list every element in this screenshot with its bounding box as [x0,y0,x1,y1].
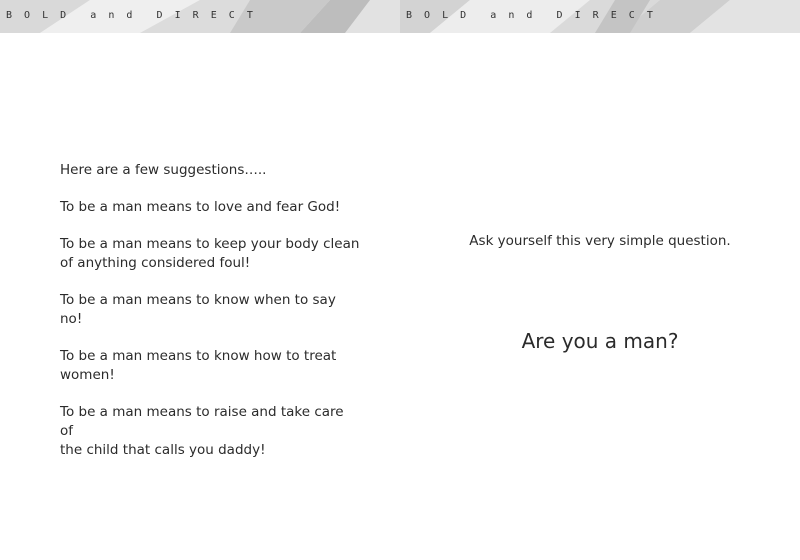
suggestion-line: To be a man means to keep your body clea… [60,236,360,252]
suggestion-line: of anything considered foul! [60,255,251,271]
book-spread: B O L D a n d D I R E C T Here are a few… [0,0,800,560]
suggestion-line: women! [60,367,115,383]
suggestion-paragraph: To be a man means to know when to say no… [60,291,360,329]
suggestion-paragraph: To be a man means to love and fear God! [60,198,360,217]
central-question: Are you a man? [521,329,679,353]
suggestion-line: To be a man means to know how to treat [60,348,337,364]
suggestion-line: the child that calls you daddy! [60,442,266,458]
suggestion-paragraph: To be a man means to know how to treat w… [60,347,360,385]
header-band: B O L D a n d D I R E C T [0,0,400,33]
suggestion-line: To be a man means to raise and take care… [60,404,344,439]
header-band: B O L D a n d D I R E C T [400,0,800,33]
suggestion-line: To be a man means to love and fear God! [60,199,341,215]
running-title: B O L D a n d D I R E C T [6,10,253,21]
suggestions-text: Here are a few suggestions….. To be a ma… [60,161,360,478]
suggestion-line: To be a man means to know when to say no… [60,292,336,327]
left-page: B O L D a n d D I R E C T Here are a few… [0,0,400,560]
intro-line: Here are a few suggestions….. [60,162,267,178]
suggestion-paragraph: To be a man means to keep your body clea… [60,235,360,273]
suggestion-paragraph: To be a man means to raise and take care… [60,403,360,460]
right-page: B O L D a n d D I R E C T Ask yourself t… [400,0,800,560]
reflection-prompt: Ask yourself this very simple question. [469,233,731,249]
running-title: B O L D a n d D I R E C T [406,10,653,21]
